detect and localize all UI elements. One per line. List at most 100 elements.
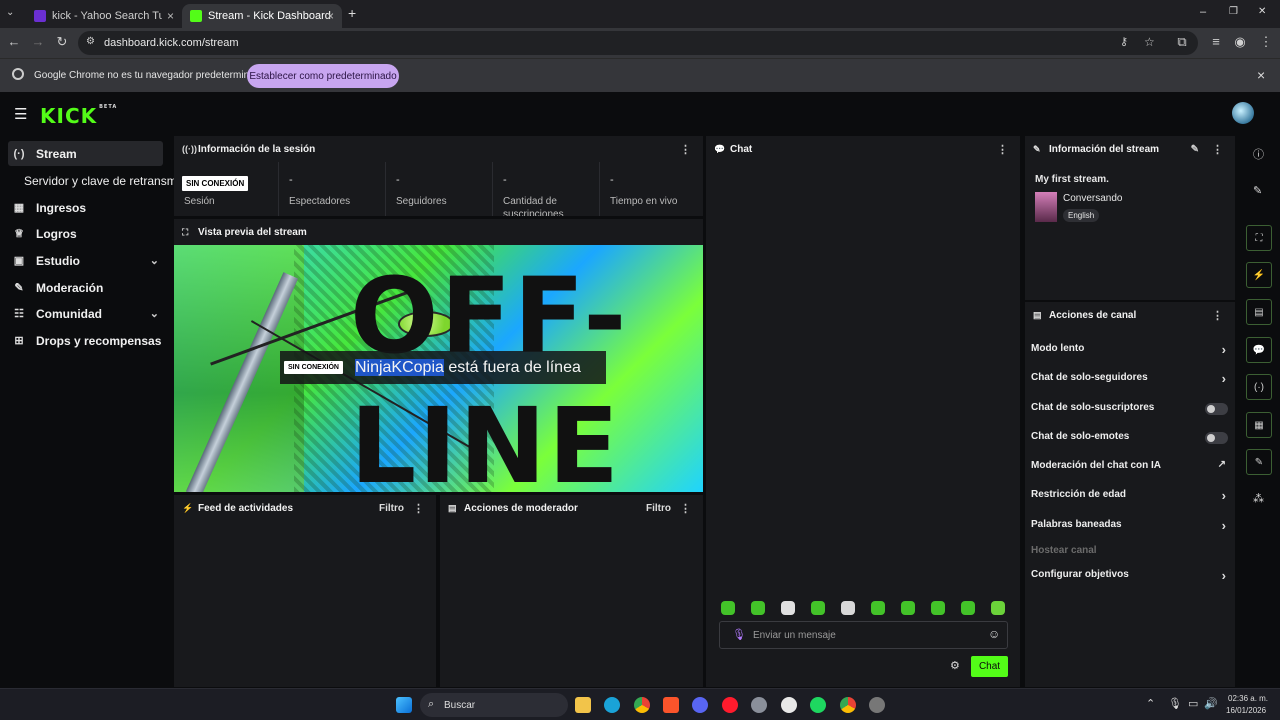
- rail-preview-button[interactable]: ⛶: [1246, 225, 1272, 251]
- system-tray-chevron-icon[interactable]: ⌃: [1146, 697, 1155, 710]
- chrome-icon[interactable]: [634, 697, 650, 713]
- rail-mod-button[interactable]: ▤: [1246, 299, 1272, 325]
- file-explorer-icon[interactable]: [575, 697, 591, 713]
- tab-kick-dashboard[interactable]: Stream - Kick Dashboard ×: [182, 4, 342, 28]
- emote-icon[interactable]: [781, 601, 795, 615]
- back-icon[interactable]: ←: [6, 34, 22, 49]
- bookmark-star-icon[interactable]: ☆: [1144, 35, 1155, 49]
- emoji-icon[interactable]: ☺: [988, 627, 1000, 641]
- more-options-icon[interactable]: ⋮: [413, 502, 424, 515]
- close-infobar-icon[interactable]: ×: [1257, 67, 1265, 83]
- more-options-icon[interactable]: ⋮: [680, 143, 691, 156]
- avatar[interactable]: [1232, 102, 1254, 124]
- action-banned-words[interactable]: Palabras baneadas ›: [1031, 518, 1228, 535]
- action-set-goals[interactable]: Configurar objetivos ›: [1031, 568, 1228, 585]
- more-options-icon[interactable]: ⋮: [1212, 143, 1223, 156]
- reload-icon[interactable]: ↻: [54, 34, 70, 50]
- taskbar-search[interactable]: ⌕ Buscar: [420, 693, 568, 717]
- send-chat-button[interactable]: Chat: [971, 656, 1008, 677]
- set-default-button[interactable]: Establecer como predeterminado: [247, 64, 399, 88]
- emote-icon[interactable]: [991, 601, 1005, 615]
- settings-icon[interactable]: [751, 697, 767, 713]
- rail-chat-button[interactable]: 💬: [1246, 337, 1272, 363]
- clock-date[interactable]: 16/01/2026: [1226, 706, 1266, 715]
- rail-activity-button[interactable]: ⚡: [1246, 262, 1272, 288]
- subscribers-only-toggle[interactable]: [1205, 403, 1228, 415]
- volume-icon[interactable]: 🔊: [1204, 697, 1218, 710]
- password-key-icon[interactable]: ⚷: [1120, 35, 1128, 48]
- emote-icon[interactable]: [901, 601, 915, 615]
- chat-settings-icon[interactable]: ⚙: [950, 659, 960, 672]
- category-name[interactable]: Conversando: [1063, 193, 1122, 204]
- hamburger-menu-icon[interactable]: ☰: [14, 105, 27, 123]
- action-followers-only[interactable]: Chat de solo-seguidores ›: [1031, 371, 1228, 388]
- rail-settings-button[interactable]: ✎: [1246, 449, 1272, 475]
- sidebar-item-ingresos[interactable]: ▦ Ingresos: [8, 195, 163, 220]
- chrome-active-icon[interactable]: [840, 697, 856, 713]
- chat-message-input[interactable]: 🎙 Enviar un mensaje ☺: [719, 621, 1008, 649]
- more-options-icon[interactable]: ⋮: [997, 143, 1008, 156]
- edit-icon[interactable]: ✎: [1253, 184, 1262, 197]
- brave-icon[interactable]: [663, 697, 679, 713]
- wordpress-icon[interactable]: [781, 697, 797, 713]
- menu-icon[interactable]: ⋮: [1258, 34, 1274, 50]
- action-ai-moderation[interactable]: Moderación del chat con IA ↗: [1031, 459, 1228, 476]
- kick-logo[interactable]: KICK BETA: [40, 104, 117, 128]
- spotify-icon[interactable]: [810, 697, 826, 713]
- close-window-button[interactable]: ✕: [1258, 6, 1266, 17]
- sidebar-item-estudio[interactable]: ▣ Estudio ⌄: [8, 248, 163, 273]
- sidebar-item-comunidad[interactable]: ☷ Comunidad ⌄: [8, 301, 163, 326]
- battery-icon[interactable]: ▭: [1188, 697, 1198, 710]
- panel-title: Chat: [730, 143, 753, 155]
- emote-icon[interactable]: [931, 601, 945, 615]
- app-icon[interactable]: [869, 697, 885, 713]
- sidebar-item-server-key[interactable]: Servidor y clave de retransmisión: [24, 168, 174, 193]
- emote-icon[interactable]: [721, 601, 735, 615]
- tab-search-button[interactable]: ⌄: [6, 7, 14, 18]
- emote-icon[interactable]: [841, 601, 855, 615]
- emotes-only-toggle[interactable]: [1205, 432, 1228, 444]
- opera-icon[interactable]: [722, 697, 738, 713]
- edit-pencil-icon[interactable]: ✎: [1191, 144, 1199, 155]
- filter-button[interactable]: Filtro: [646, 503, 671, 514]
- address-bar[interactable]: ⚙ dashboard.kick.com/stream ⚷ ☆: [78, 31, 1198, 55]
- edge-icon[interactable]: [604, 697, 620, 713]
- filter-button[interactable]: Filtro: [379, 503, 404, 514]
- discord-icon[interactable]: [692, 697, 708, 713]
- close-tab-icon[interactable]: ×: [167, 9, 174, 23]
- extensions-icon[interactable]: ⧉: [1174, 34, 1190, 50]
- forward-icon[interactable]: →: [30, 34, 46, 49]
- emote-icon[interactable]: [751, 601, 765, 615]
- revenue-icon: ▦: [13, 202, 25, 214]
- more-options-icon[interactable]: ⋮: [1212, 309, 1223, 322]
- microphone-icon[interactable]: 🎙: [1168, 697, 1182, 710]
- sidebar-item-stream[interactable]: (·) Stream: [8, 141, 163, 166]
- restore-button[interactable]: ❐: [1229, 6, 1238, 17]
- clock-time[interactable]: 02:36 a. m.: [1228, 694, 1268, 703]
- minimize-button[interactable]: –: [1200, 6, 1206, 18]
- rail-actions-button[interactable]: ▦: [1246, 412, 1272, 438]
- stat-value: -: [289, 174, 293, 186]
- site-info-icon[interactable]: ⚙: [86, 36, 95, 47]
- emote-icon[interactable]: [811, 601, 825, 615]
- more-options-icon[interactable]: ⋮: [680, 502, 691, 515]
- info-icon[interactable]: ⓘ: [1253, 146, 1264, 162]
- sidebar-item-drops[interactable]: ⊞ Drops y recompensas: [8, 328, 163, 353]
- windows-start-icon[interactable]: [396, 697, 412, 713]
- tab-yahoo-search[interactable]: kick - Yahoo Search Tus resultados ×: [26, 4, 182, 28]
- kick-favicon-icon: [190, 10, 202, 22]
- add-widget-icon[interactable]: ⁂: [1253, 492, 1264, 505]
- new-tab-button[interactable]: +: [348, 5, 356, 21]
- sidebar-item-moderacion[interactable]: ✎ Moderación: [8, 275, 163, 300]
- emote-icon[interactable]: [871, 601, 885, 615]
- microphone-icon[interactable]: 🎙: [732, 628, 746, 641]
- action-slow-mode[interactable]: Modo lento ›: [1031, 342, 1228, 359]
- emote-icon[interactable]: [961, 601, 975, 615]
- media-icon[interactable]: ≡: [1208, 34, 1224, 49]
- profile-icon[interactable]: ◉: [1232, 34, 1248, 50]
- action-age-restriction[interactable]: Restricción de edad ›: [1031, 488, 1228, 505]
- rail-session-button[interactable]: (·): [1246, 374, 1272, 400]
- close-tab-icon[interactable]: ×: [327, 9, 334, 23]
- sidebar-item-logros[interactable]: ♕ Logros: [8, 221, 163, 246]
- status-badge: SIN CONEXIÓN: [182, 176, 249, 191]
